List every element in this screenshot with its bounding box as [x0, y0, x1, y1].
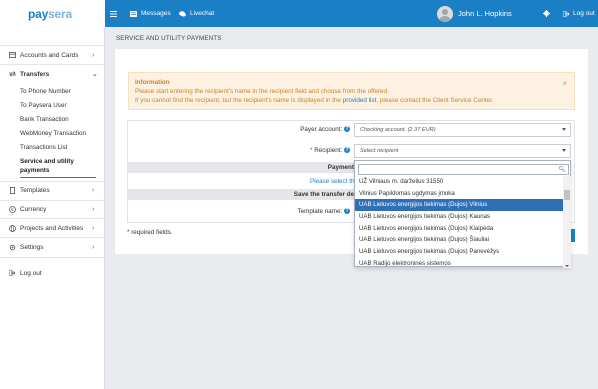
chevron-right-icon: › — [92, 51, 95, 59]
sidebar-subitem-webmoney[interactable]: WebMoney Transaction — [20, 130, 86, 137]
sidebar-subitem-bank[interactable]: Bank Transaction — [20, 116, 69, 123]
page-title: SERVICE AND UTILITY PAYMENTS — [116, 35, 222, 42]
divider — [0, 200, 105, 201]
dropdown-option[interactable]: UAB Radijo elektroninės sistemos — [355, 258, 563, 268]
sidebar-item-logout[interactable]: Log out — [0, 268, 105, 278]
chevron-right-icon: › — [92, 186, 95, 194]
required-fields-note: * required fields. — [127, 229, 173, 236]
save-transfer-bar: Save the transfer de — [128, 189, 354, 200]
divider — [0, 181, 105, 182]
chat-icon — [179, 10, 186, 16]
chevron-right-icon: › — [92, 205, 95, 213]
scroll-down-icon[interactable] — [565, 265, 569, 267]
submit-button[interactable] — [571, 229, 575, 242]
sidebar-subitem-service-payments[interactable]: Service and utility payments — [20, 158, 74, 174]
logout-icon — [563, 10, 569, 17]
dropdown-option[interactable]: UAB Lietuvos energijos tiekimas (Dujos) … — [355, 246, 563, 258]
user-menu[interactable]: John L. Hopkins — [437, 0, 512, 27]
caret-down-icon — [562, 149, 566, 152]
sidebar-item-templates[interactable]: Templates › — [0, 185, 105, 195]
caret-down-icon — [562, 128, 566, 131]
info-alert: Information Please start entering the re… — [128, 72, 575, 110]
help-icon[interactable]: ? — [344, 208, 350, 215]
scrollbar-thumb[interactable] — [564, 190, 570, 200]
document-icon — [8, 186, 16, 194]
sidebar-item-accounts[interactable]: Accounts and Cards › — [0, 50, 105, 60]
menu-toggle-icon[interactable] — [110, 0, 121, 27]
sidebar-item-projects[interactable]: Projects and Activities › — [0, 223, 105, 233]
info-line-2: If you cannot find the recipient, but th… — [135, 97, 494, 104]
sidebar-item-settings[interactable]: Settings › — [0, 242, 105, 252]
divider — [0, 257, 105, 258]
help-icon[interactable]: ? — [344, 126, 350, 133]
chevron-down-icon: ⌄ — [92, 71, 98, 78]
dropdown-option[interactable]: UŽ Vilniaus m. darželius 31550 — [355, 176, 563, 188]
close-icon[interactable]: × — [562, 79, 567, 88]
dropdown-option-selected[interactable]: UAB Lietuvos energijos tiekimas (Dujos) … — [355, 199, 563, 212]
dropdown-list: UŽ Vilniaus m. darželius 31550 Vilnius P… — [355, 176, 563, 268]
info-title: Information — [135, 79, 170, 86]
logout-link[interactable]: Log out — [563, 0, 595, 27]
dropdown-option[interactable]: UAB Lietuvos energijos tiekimas (Dujos) … — [355, 211, 563, 223]
chevron-right-icon: › — [92, 243, 95, 251]
messages-icon — [130, 10, 137, 17]
sidebar-subitem-paysera-user[interactable]: To Paysera User — [20, 102, 67, 109]
livechat-link[interactable]: Livechat — [179, 0, 214, 27]
dropdown-option[interactable]: UAB Lietuvos energijos tiekimas (Dujos) … — [355, 223, 563, 235]
template-name-label: Template name: ? — [297, 208, 350, 215]
svg-text:€: € — [11, 207, 14, 212]
chevron-right-icon: › — [92, 224, 95, 232]
provided-list-link[interactable]: provided list — [343, 97, 377, 104]
please-select-text: Please select the — [310, 178, 358, 185]
settings-gear-icon[interactable] — [543, 0, 554, 27]
paysera-logo[interactable]: paysera — [0, 0, 105, 27]
user-name: John L. Hopkins — [458, 9, 512, 18]
globe-icon — [8, 224, 16, 232]
sidebar-item-currency[interactable]: € Currency › — [0, 204, 105, 214]
dropdown-option[interactable]: UAB Lietuvos energijos tiekimas (Dujos) … — [355, 234, 563, 246]
gear-icon — [8, 243, 16, 251]
divider — [0, 64, 105, 65]
divider — [0, 45, 105, 46]
avatar — [437, 5, 453, 22]
sidebar-item-transfers[interactable]: Transfers ⌄ — [0, 69, 105, 79]
sidebar-subitem-phone[interactable]: To Phone Number — [20, 88, 71, 95]
sidebar-subitem-transactions-list[interactable]: Transactions List — [20, 144, 67, 151]
dropdown-option[interactable]: Vilnius Papildomas ugdymas įmoka — [355, 188, 563, 200]
info-line-1: Please start entering the recipient's na… — [135, 88, 389, 95]
help-icon[interactable]: ? — [344, 147, 350, 154]
recipient-select[interactable]: Select recipient — [354, 144, 571, 158]
payer-account-label: Payer account: ? — [300, 126, 350, 133]
recipient-dropdown: 🔍︎ UŽ Vilniaus m. darželius 31550 Vilniu… — [354, 160, 571, 268]
dropdown-search-input[interactable]: 🔍︎ — [358, 164, 569, 175]
transfer-icon — [8, 70, 16, 78]
search-icon: 🔍︎ — [558, 167, 566, 173]
active-underline — [20, 177, 96, 178]
currency-icon: € — [8, 205, 16, 213]
divider — [0, 218, 105, 219]
messages-link[interactable]: Messages — [130, 0, 171, 27]
payment-section-bar: Payment — [128, 162, 354, 173]
divider — [0, 237, 105, 238]
card-icon — [8, 51, 16, 59]
logout-icon — [8, 269, 16, 277]
dropdown-scrollbar[interactable] — [563, 176, 571, 268]
payer-account-select[interactable]: Checking account. (2.37 EUR) — [354, 123, 571, 137]
recipient-label: * Recipient: ? — [310, 147, 350, 154]
